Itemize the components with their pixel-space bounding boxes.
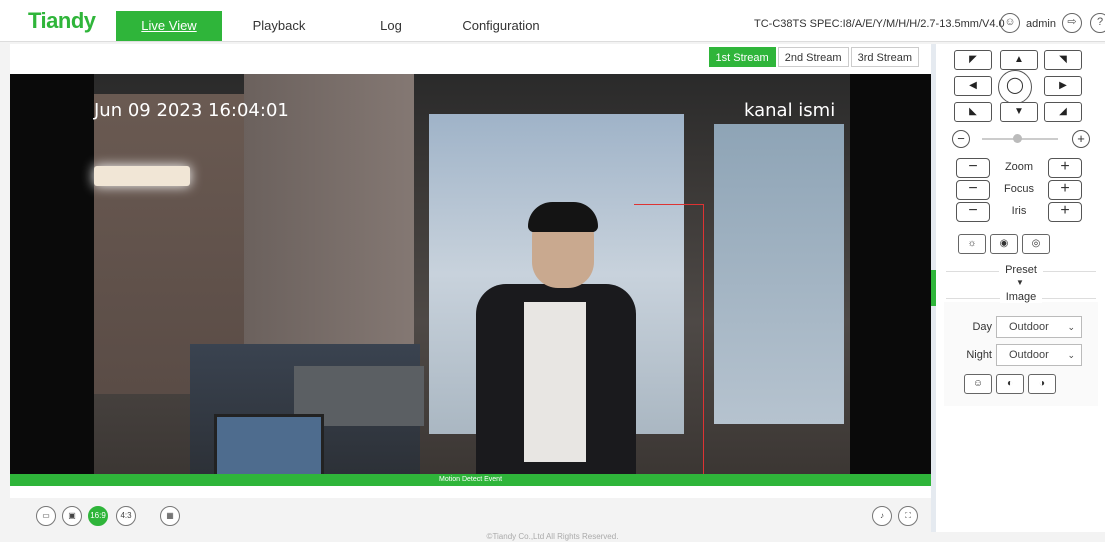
user-name: admin	[1026, 18, 1056, 30]
ptz-down-left-button[interactable]: ◣	[954, 102, 992, 122]
zoom-label: Zoom	[1004, 161, 1034, 173]
user-icon[interactable]: ☺	[1000, 13, 1020, 33]
video-feed[interactable]: Jun 09 2023 16:04:01 kanal ismi Motion D…	[10, 74, 931, 486]
grid-icon[interactable]: ▦	[160, 506, 180, 526]
live-view-area: 1st Stream 2nd Stream 3rd Stream Jun 09 …	[10, 44, 931, 498]
osd-timestamp: Jun 09 2023 16:04:01	[94, 100, 289, 121]
ptz-right-button[interactable]: ▶	[1044, 76, 1082, 96]
stream-1-button[interactable]: 1st Stream	[708, 47, 776, 67]
contrast-icon[interactable]: ◑	[1028, 374, 1056, 394]
osd-channel-name: kanal ismi	[744, 100, 836, 121]
focus-label: Focus	[1004, 183, 1034, 195]
copyright-footer: ©Tiandy Co.,Ltd All Rights Reserved.	[486, 532, 619, 541]
zoom-in-button[interactable]: +	[1048, 158, 1082, 178]
zoom-control: − Zoom +	[956, 158, 1096, 178]
night-scene-value: Outdoor	[1009, 349, 1049, 361]
focus-in-button[interactable]: +	[1048, 180, 1082, 200]
chevron-down-icon: ⌄	[1067, 350, 1075, 360]
focus-control: − Focus +	[956, 180, 1096, 200]
backlight-icon[interactable]: ◐	[996, 374, 1024, 394]
light-icon[interactable]: ☼	[958, 234, 986, 254]
iris-label: Iris	[1011, 205, 1027, 217]
stream-selector: 1st Stream 2nd Stream 3rd Stream	[707, 47, 919, 67]
help-icon[interactable]: ?	[1090, 13, 1105, 33]
logout-icon[interactable]: ⇨	[1062, 13, 1082, 33]
iris-control: − Iris +	[956, 202, 1096, 222]
preset-expand-icon[interactable]: ▼	[1016, 278, 1024, 287]
top-bar: Tiandy Live View Playback Log Configurat…	[0, 0, 1105, 42]
ptz-down-button[interactable]: ▼	[1000, 102, 1038, 122]
brand-logo: Tiandy	[28, 8, 96, 33]
speed-decrease-icon[interactable]: −	[952, 130, 970, 148]
fullscreen-icon[interactable]: ⛶	[898, 506, 918, 526]
day-scene-select[interactable]: Outdoor ⌄	[996, 316, 1082, 338]
ptz-up-right-button[interactable]: ◥	[1044, 50, 1082, 70]
night-label: Night	[966, 349, 992, 361]
ptz-down-right-button[interactable]: ◢	[1044, 102, 1082, 122]
motion-event-bar: Motion Detect Event	[10, 474, 931, 486]
iris-close-button[interactable]: −	[956, 202, 990, 222]
zoom-out-button[interactable]: −	[956, 158, 990, 178]
iris-open-button[interactable]: +	[1048, 202, 1082, 222]
nav-live-view[interactable]: Live View	[116, 11, 222, 41]
ptz-speed-slider[interactable]: − +	[952, 130, 1092, 148]
preset-title[interactable]: Preset	[946, 264, 1096, 276]
device-model: TC-C38TS SPEC:I8/A/E/Y/M/H/H/2.7-13.5mm/…	[754, 18, 1005, 30]
day-scene-value: Outdoor	[1009, 321, 1049, 333]
night-scene-select[interactable]: Outdoor ⌄	[996, 344, 1082, 366]
ratio-4-3-button[interactable]: 4:3	[116, 506, 136, 526]
bottom-toolbar: ▭ ▣ 16:9 4:3 ▦ ♪ ⛶	[0, 500, 931, 532]
fit-screen-icon[interactable]: ▣	[62, 506, 82, 526]
focus-out-button[interactable]: −	[956, 180, 990, 200]
chevron-down-icon: ⌄	[1067, 322, 1075, 332]
speed-increase-icon[interactable]: +	[1072, 130, 1090, 148]
snapshot-icon[interactable]: ◉	[990, 234, 1018, 254]
window-mode-icon[interactable]: ▭	[36, 506, 56, 526]
speed-slider-knob[interactable]	[1013, 134, 1022, 143]
focus-target-icon[interactable]: ◎	[1022, 234, 1050, 254]
stream-3-button[interactable]: 3rd Stream	[850, 47, 919, 67]
ratio-16-9-button[interactable]: 16:9	[88, 506, 108, 526]
ptz-up-left-button[interactable]: ◤	[954, 50, 992, 70]
ptz-panel: ◤ ▲ ◥ ◀ ▶ ◯ ◣ ▼ ◢ − + − Zoom + − Focus +…	[936, 44, 1105, 532]
nav-log[interactable]: Log	[338, 11, 444, 41]
day-label: Day	[972, 321, 992, 333]
speaker-icon[interactable]: ♪	[872, 506, 892, 526]
nav-playback[interactable]: Playback	[226, 11, 332, 41]
nav-configuration[interactable]: Configuration	[448, 11, 554, 41]
face-icon[interactable]: ☺	[964, 374, 992, 394]
ptz-left-button[interactable]: ◀	[954, 76, 992, 96]
camera-image	[94, 74, 850, 486]
stream-2-button[interactable]: 2nd Stream	[777, 47, 849, 67]
ptz-up-button[interactable]: ▲	[1000, 50, 1038, 70]
ptz-auto-scan-icon[interactable]: ◯	[998, 70, 1032, 104]
